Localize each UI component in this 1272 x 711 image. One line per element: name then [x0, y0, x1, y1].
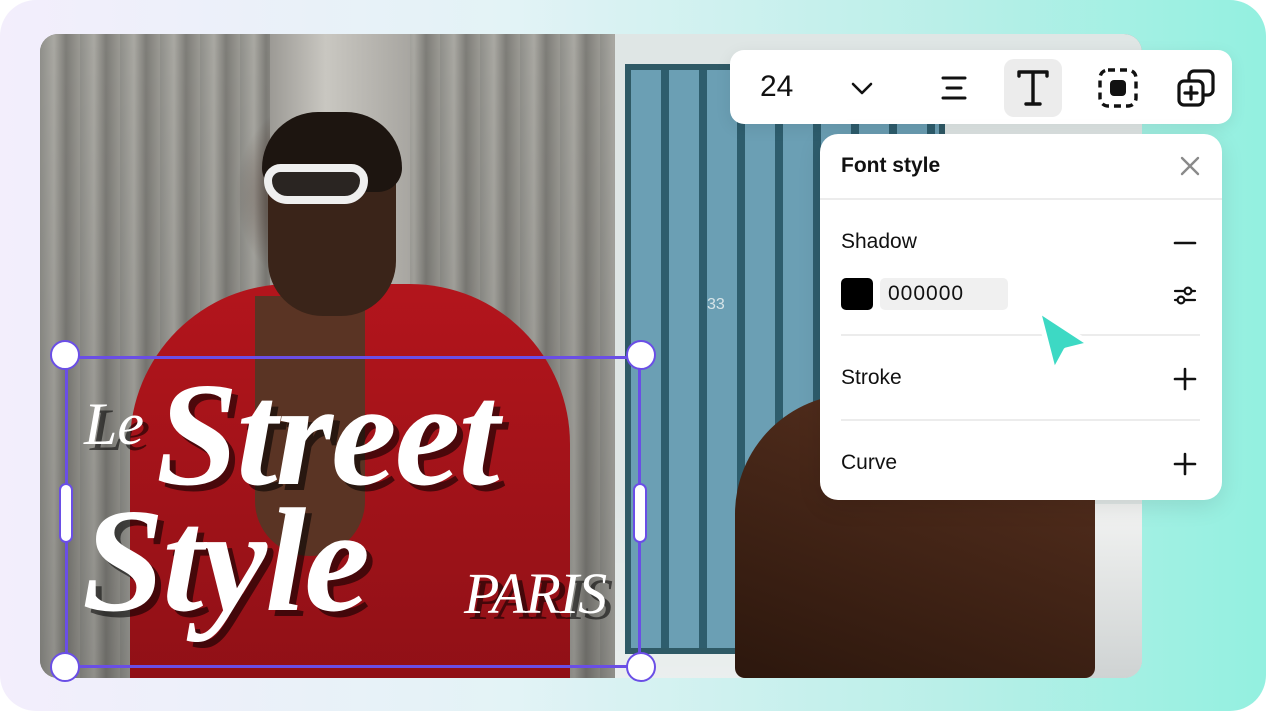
align-center-icon — [941, 76, 967, 100]
font-style-panel: Font style Shadow Stroke Curve — [820, 134, 1222, 500]
selection-box[interactable] — [65, 356, 641, 668]
align-button[interactable] — [925, 59, 983, 117]
resize-handle-top-left[interactable] — [50, 340, 80, 370]
stroke-label: Stroke — [841, 366, 902, 389]
resize-handle-bottom-left[interactable] — [50, 652, 80, 682]
door-number: 33 — [707, 296, 725, 313]
shadow-collapse-button[interactable] — [1172, 230, 1198, 256]
resize-handle-top-right[interactable] — [626, 340, 656, 370]
resize-handle-right[interactable] — [633, 483, 647, 543]
stroke-add-button[interactable] — [1172, 366, 1198, 392]
plus-icon — [1173, 367, 1197, 391]
close-icon — [1180, 156, 1200, 176]
plus-icon — [1173, 452, 1197, 476]
sunglasses — [264, 164, 368, 204]
resize-handle-left[interactable] — [59, 483, 73, 543]
focus-frame-icon — [1098, 68, 1138, 108]
shadow-settings-button[interactable] — [1172, 282, 1198, 308]
panel-header: Font style — [820, 134, 1222, 200]
text-toolbar: 24 — [730, 50, 1232, 124]
curve-label: Curve — [841, 451, 898, 474]
divider — [841, 419, 1200, 421]
divider — [841, 334, 1200, 336]
sliders-icon — [1173, 286, 1197, 305]
add-layer-icon — [1177, 69, 1215, 107]
curve-add-button[interactable] — [1172, 451, 1198, 477]
frame-button[interactable] — [1089, 59, 1147, 117]
font-size-dropdown[interactable] — [833, 59, 891, 117]
font-size-value[interactable]: 24 — [760, 70, 793, 104]
shadow-color-swatch[interactable] — [841, 278, 873, 310]
minus-icon — [1173, 241, 1197, 245]
text-style-button[interactable] — [1004, 59, 1062, 117]
panel-title: Font style — [841, 154, 941, 177]
close-button[interactable] — [1178, 154, 1202, 178]
text-icon — [1017, 70, 1049, 106]
chevron-down-icon — [851, 82, 873, 95]
shadow-label: Shadow — [841, 230, 917, 253]
pointer-cursor-icon — [1035, 307, 1093, 375]
shadow-color-input[interactable] — [880, 278, 1008, 310]
add-layer-button[interactable] — [1167, 59, 1225, 117]
resize-handle-bottom-right[interactable] — [626, 652, 656, 682]
